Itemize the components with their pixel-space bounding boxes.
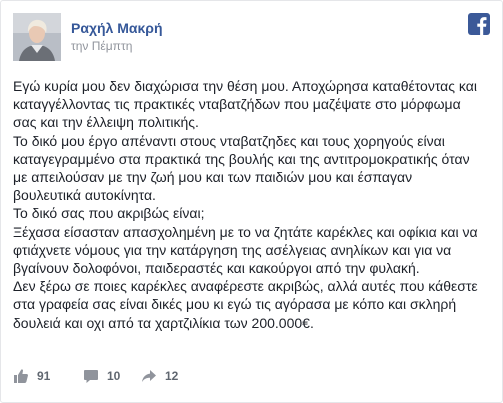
post-text-line: Το δικό σας που ακριβώς είναι; [13, 205, 205, 222]
facebook-post-card: Ραχήλ Μακρή την Πέμπτη Εγώ κυρία μου δεν… [0, 0, 503, 403]
post-text-line: σας και την έλλειψη πολιτικής. [13, 114, 199, 131]
post-text-line: Το δικό μου έργο απέναντι στους νταβατζη… [13, 132, 445, 149]
post-text-line: δουλειά και οχι από τα χαρτζιλίκια των 2… [13, 314, 314, 331]
facebook-logo-icon[interactable] [468, 13, 490, 35]
comments-stat[interactable]: 10 [83, 366, 120, 386]
author-avatar[interactable] [13, 13, 61, 61]
post-text-line: στα γραφεία σας είναι δικές μου κι εγώ τ… [13, 296, 457, 313]
post-author-name[interactable]: Ραχήλ Μακρή [71, 19, 163, 37]
post-text-line: Ξέχασα είσασταν απασχολημένη με το να ζη… [13, 223, 478, 240]
facebook-logo-icon-svg [468, 13, 490, 35]
post-timestamp[interactable]: την Πέμπτη [71, 38, 132, 54]
post-text-line: με απειλούσαν με την ζωή μου και των παι… [13, 169, 413, 186]
post-text-line: Εγώ κυρία μου δεν διαχώρισα την θέση μου… [13, 78, 477, 94]
post-text-line: βγαίνουν δολοφόνοι, παιδεραστές και κακο… [13, 260, 420, 277]
post-text-line: βουλευτικά αυτοκίνητα. [13, 187, 156, 204]
post-engagement-bar: 91 10 12 [13, 366, 483, 386]
post-text-line: καταγγέλλοντας τις πρακτικές νταβατζήδων… [13, 96, 461, 113]
post-text-line: φτιάχνετε νόμους για την κατάργηση της α… [13, 241, 452, 258]
likes-count: 91 [37, 369, 51, 383]
post-header: Ραχήλ Μακρή την Πέμπτη [13, 13, 488, 61]
likes-stat[interactable]: 91 [13, 366, 50, 386]
shares-count: 12 [165, 369, 179, 383]
post-body-text: Εγώ κυρία μου δεν διαχώρισα την θέση μου… [13, 77, 493, 332]
thumbs-up-icon [14, 369, 28, 383]
comments-count: 10 [107, 369, 121, 383]
avatar-portrait-image [13, 13, 61, 61]
post-text-line: Δεν ξέρω σε ποιες καρέκλες αναφέρεστε ακ… [13, 278, 478, 295]
shares-stat[interactable]: 12 [141, 366, 178, 386]
share-arrow-icon [142, 370, 156, 382]
comment-bubble-icon [84, 370, 98, 383]
post-text-line: καταγεγραμμένο στα πρακτικά της βουλής κ… [13, 150, 470, 167]
